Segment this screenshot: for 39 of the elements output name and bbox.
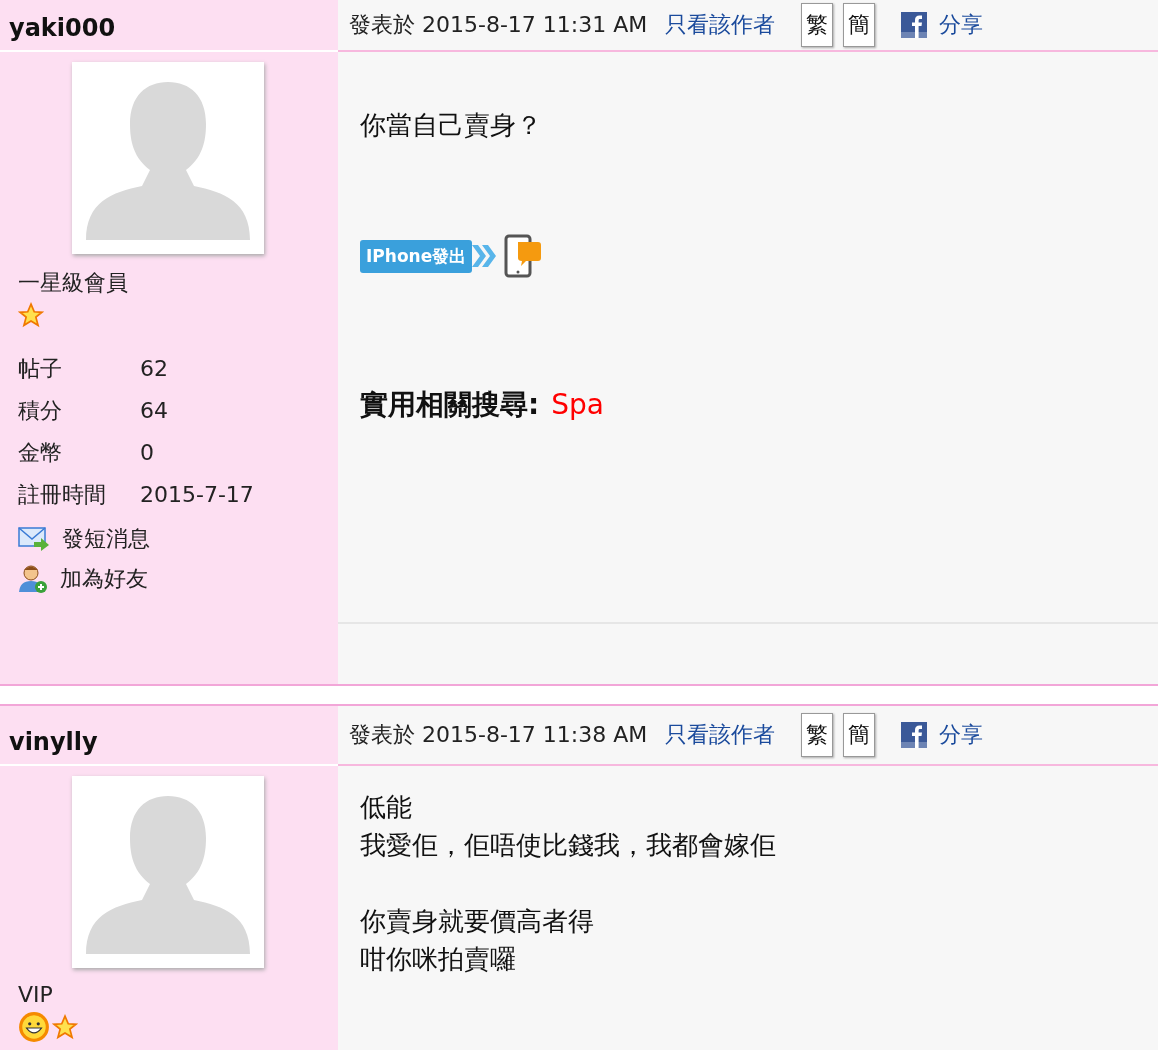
- post-text: 咁你咪拍賣囉: [360, 943, 517, 976]
- share-link[interactable]: 分享: [939, 720, 984, 750]
- iphone-badge: IPhone發出: [360, 239, 473, 273]
- stat-label: 註冊時間: [18, 481, 107, 509]
- envelope-icon[interactable]: [18, 526, 50, 552]
- add-friend-link[interactable]: 加為好友: [60, 564, 148, 594]
- stat-value: 64: [140, 397, 169, 425]
- send-message-link[interactable]: 發短消息: [62, 524, 150, 554]
- post-text: 我愛佢，佢唔使比錢我，我都會嫁佢: [360, 829, 777, 862]
- convert-button[interactable]: 簡: [843, 3, 876, 47]
- rank-title: VIP: [18, 982, 54, 1007]
- stat-label: 帖子: [18, 355, 63, 383]
- convert-button[interactable]: 繁: [801, 3, 834, 47]
- convert-button[interactable]: 繁: [801, 713, 834, 757]
- star-icon: [52, 1014, 78, 1040]
- convert-button[interactable]: 簡: [843, 713, 876, 757]
- share-link[interactable]: 分享: [939, 10, 984, 40]
- smiley-icon: [18, 1011, 50, 1043]
- post-text: 你賣身就要價高者得: [360, 905, 595, 938]
- facebook-icon[interactable]: [901, 12, 928, 38]
- star-icon: [18, 302, 44, 328]
- add-user-icon[interactable]: [18, 564, 48, 594]
- post-text: 低能: [360, 791, 413, 824]
- stat-label: 積分: [18, 397, 63, 425]
- stat-value: 62: [140, 355, 169, 383]
- facebook-icon[interactable]: [901, 722, 928, 748]
- username[interactable]: vinylly: [9, 728, 98, 764]
- stat-value: 2015-7-17: [140, 481, 255, 509]
- rank-title: 一星級會員: [18, 269, 129, 297]
- post-date: 發表於 2015-8-17 11:38 AM: [349, 721, 648, 749]
- author-only-link[interactable]: 只看該作者: [665, 720, 776, 750]
- author-only-link[interactable]: 只看該作者: [665, 10, 776, 40]
- phone-chat-icon: [504, 234, 543, 278]
- post-date: 發表於 2015-8-17 11:31 AM: [349, 11, 648, 39]
- post-text: 你當自己賣身？: [360, 109, 543, 142]
- stat-value: 0: [140, 439, 155, 467]
- related-search-link[interactable]: Spa: [551, 388, 604, 421]
- stat-label: 金幣: [18, 439, 63, 467]
- related-search-label: 實用相關搜尋:: [360, 388, 540, 421]
